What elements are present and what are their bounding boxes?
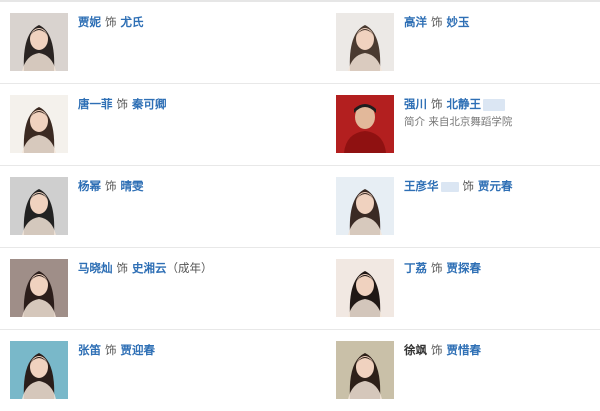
cast-credit: 丁荔饰贾探春 xyxy=(404,260,481,276)
plays-separator: 饰 xyxy=(105,179,117,193)
plays-separator: 饰 xyxy=(105,15,117,29)
plays-separator: 饰 xyxy=(462,179,475,193)
role-name-link[interactable]: 贾探春 xyxy=(447,261,482,275)
cast-credit: 马晓灿饰史湘云（成年） xyxy=(78,260,213,276)
actor-name-link[interactable]: 唐一菲 xyxy=(78,97,113,111)
blurred-overlay xyxy=(440,181,459,192)
actor-name-link[interactable]: 杨幂 xyxy=(78,179,101,193)
role-name-link[interactable]: 贾惜春 xyxy=(447,343,482,357)
actress-portrait-icon[interactable] xyxy=(10,341,68,399)
role-name-link[interactable]: 史湘云 xyxy=(132,261,167,275)
cast-credit: 高洋饰妙玉 xyxy=(404,14,470,30)
plays-separator: 饰 xyxy=(105,343,117,357)
actor-name-link[interactable]: 贾妮 xyxy=(78,15,101,29)
actress-portrait-icon[interactable] xyxy=(10,13,68,71)
cast-card: 马晓灿饰史湘云（成年） xyxy=(10,248,300,329)
cast-row: 马晓灿饰史湘云（成年） 丁荔饰贾探春 xyxy=(0,248,600,330)
cast-row: 张笛饰贾迎春 徐飒饰贾惜春 xyxy=(0,330,600,407)
cast-card: 高洋饰妙玉 xyxy=(336,2,600,83)
cast-row: 贾妮饰尤氏 高洋饰妙玉 xyxy=(0,2,600,84)
actor-name-link[interactable]: 张笛 xyxy=(78,343,101,357)
cast-card: 强川饰北静王 简介 来自北京舞蹈学院 xyxy=(336,84,600,165)
cast-card: 唐一菲饰秦可卿 xyxy=(10,84,300,165)
actress-portrait-icon[interactable] xyxy=(10,95,68,153)
actress-portrait-icon[interactable] xyxy=(10,259,68,317)
role-name-link[interactable]: 贾迎春 xyxy=(121,343,156,357)
cast-credit: 张笛饰贾迎春 xyxy=(78,342,155,358)
cast-credit: 王彦华 饰贾元春 xyxy=(404,178,513,194)
cast-list: 贾妮饰尤氏 高洋饰妙玉 唐一菲饰秦可卿 强川饰北静王 简介 来自北京舞蹈学院 杨… xyxy=(0,2,600,407)
plays-separator: 饰 xyxy=(431,97,443,111)
plays-separator: 饰 xyxy=(431,15,443,29)
cast-card: 徐飒饰贾惜春 xyxy=(336,330,600,411)
actor-name-link[interactable]: 高洋 xyxy=(404,15,427,29)
actor-name-link[interactable]: 丁荔 xyxy=(404,261,427,275)
actress-portrait-icon[interactable] xyxy=(336,341,394,399)
role-name-link[interactable]: 秦可卿 xyxy=(132,97,167,111)
role-name-link[interactable]: 尤氏 xyxy=(121,15,144,29)
cast-credit: 强川饰北静王 xyxy=(404,96,505,112)
cast-credit: 杨幂饰晴雯 xyxy=(78,178,144,194)
role-name-link[interactable]: 妙玉 xyxy=(447,15,470,29)
actress-portrait-icon[interactable] xyxy=(10,177,68,235)
cast-card: 贾妮饰尤氏 xyxy=(10,2,300,83)
actress-portrait-icon[interactable] xyxy=(336,13,394,71)
role-name-link[interactable]: 北静王 xyxy=(447,97,482,111)
cast-row: 杨幂饰晴雯 王彦华饰贾元春 xyxy=(0,166,600,248)
cast-card: 张笛饰贾迎春 xyxy=(10,330,300,411)
actor-name-link[interactable]: 马晓灿 xyxy=(78,261,113,275)
role-name-link[interactable]: 贾元春 xyxy=(478,179,513,193)
actor-name-link[interactable]: 王彦华 xyxy=(404,179,439,193)
role-name-link[interactable]: 晴雯 xyxy=(121,179,144,193)
cast-credit: 贾妮饰尤氏 xyxy=(78,14,144,30)
plays-separator: 饰 xyxy=(431,261,443,275)
cast-credit: 唐一菲饰秦可卿 xyxy=(78,96,167,112)
actress-portrait-icon[interactable] xyxy=(336,177,394,235)
plays-separator: 饰 xyxy=(116,97,129,111)
cast-card: 王彦华 饰贾元春 xyxy=(336,166,600,247)
cast-credit: 徐飒饰贾惜春 xyxy=(404,342,481,358)
role-note: （成年） xyxy=(166,261,213,275)
actor-name-link[interactable]: 强川 xyxy=(404,97,427,111)
plays-separator: 饰 xyxy=(431,343,443,357)
actor-portrait-icon[interactable] xyxy=(336,95,394,153)
cast-card: 杨幂饰晴雯 xyxy=(10,166,300,247)
cast-card: 丁荔饰贾探春 xyxy=(336,248,600,329)
actor-intro: 简介 来自北京舞蹈学院 xyxy=(404,116,513,128)
actor-name: 徐飒 xyxy=(404,343,427,357)
plays-separator: 饰 xyxy=(116,261,129,275)
cast-row: 唐一菲饰秦可卿 强川饰北静王 简介 来自北京舞蹈学院 xyxy=(0,84,600,166)
blurred-overlay xyxy=(483,98,505,111)
actress-portrait-icon[interactable] xyxy=(336,259,394,317)
